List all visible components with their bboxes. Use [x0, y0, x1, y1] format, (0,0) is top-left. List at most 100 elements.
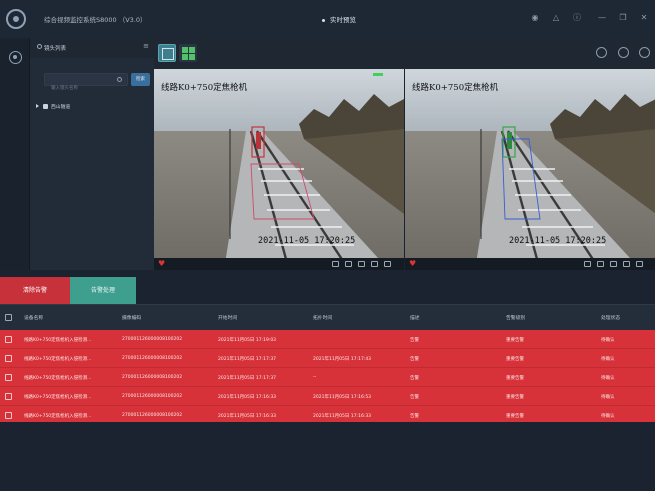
replay-icon[interactable] — [584, 261, 591, 267]
table-header: 设备名称 摄像编码 开始时间 拓扑时间 描述 告警级别 处理状态 — [0, 304, 655, 330]
quad-cell-icon — [189, 47, 195, 53]
cell-status: 待确认 — [601, 394, 615, 400]
search-button[interactable]: 检索 — [131, 73, 150, 86]
audio-icon[interactable] — [345, 261, 352, 267]
video-1-control-bar: ♥ — [154, 258, 404, 270]
table-row[interactable]: 线路K0+750定焦枪机入侵检测... 27000112600000810020… — [0, 349, 655, 368]
column-header[interactable]: 开始时间 — [218, 314, 237, 321]
fullscreen-icon[interactable] — [384, 261, 391, 267]
video-1-overlay-time: 2021-11-05 17:20:25 — [258, 236, 356, 246]
camera-nav-icon[interactable] — [9, 51, 22, 64]
close-icon[interactable]: ✕ — [639, 13, 649, 23]
app-title: 综合视频监控系统S8000 （V3.0） — [44, 16, 147, 24]
fullscreen-icon[interactable] — [636, 261, 643, 267]
quad-layout-button[interactable] — [179, 44, 197, 62]
cell-status: 待确认 — [601, 356, 615, 362]
cell-description: 告警 — [410, 337, 419, 343]
cell-description: 告警 — [410, 413, 419, 419]
power-icon[interactable] — [618, 47, 629, 58]
cell-start-time: 2021年11月05日 17:16:33 — [218, 413, 277, 419]
video-toolbar — [154, 38, 655, 69]
video-2-overlay-time: 2021-11-05 17:20:25 — [509, 236, 607, 246]
snapshot-icon[interactable] — [596, 47, 607, 58]
cell-topology-time: 2021年11月05日 17:16:53 — [313, 394, 372, 400]
cell-alarm-level: 重要告警 — [506, 394, 524, 400]
cell-description: 告警 — [410, 356, 419, 362]
cell-status: 待确认 — [601, 337, 615, 343]
cell-device-name: 线路K0+750定焦枪机入侵检测... — [24, 394, 92, 400]
heart-icon[interactable]: ♥ — [158, 260, 165, 268]
node-icon — [43, 104, 48, 109]
cell-start-time: 2021年11月05日 17:16:33 — [218, 394, 277, 400]
column-header[interactable]: 设备名称 — [24, 314, 43, 321]
cell-alarm-level: 重要告警 — [506, 375, 524, 381]
title-bar: 综合视频监控系统S8000 （V3.0） 实时预览 ◉ △ ⓘ — ❐ ✕ — [0, 0, 655, 38]
cell-device-name: 线路K0+750定焦枪机入侵检测... — [24, 375, 92, 381]
tab-live-preview-label: 实时预览 — [330, 16, 356, 24]
handle-alarm-button[interactable]: 告警处理 — [70, 277, 136, 304]
record-icon[interactable] — [358, 261, 365, 267]
settings-icon[interactable] — [639, 47, 650, 58]
menu-icon[interactable]: ≡ — [143, 43, 149, 50]
clear-alarm-button[interactable]: 清除告警 — [0, 277, 70, 304]
search-icon[interactable] — [117, 77, 122, 82]
row-checkbox[interactable] — [5, 393, 12, 400]
cell-topology-time: -- — [313, 374, 317, 380]
dot-icon — [322, 18, 325, 22]
maximize-icon[interactable]: ❐ — [618, 13, 628, 23]
replay-icon[interactable] — [332, 261, 339, 267]
alarm-table: 设备名称 摄像编码 开始时间 拓扑时间 描述 告警级别 处理状态 线路K0+75… — [0, 304, 655, 425]
cell-device-name: 线路K0+750定焦枪机入侵检测... — [24, 413, 92, 419]
table-row[interactable]: 线路K0+750定焦枪机入侵检测... 27000112600000810020… — [0, 368, 655, 387]
video-pane-1[interactable]: 线路K0+750定焦枪机 2021-11-05 17:20:25 ♥ — [154, 69, 404, 270]
cell-description: 告警 — [410, 375, 419, 381]
camera-snapshot-icon[interactable] — [371, 261, 378, 267]
expand-arrow-icon[interactable] — [36, 104, 39, 108]
heart-icon[interactable]: ♥ — [409, 260, 416, 268]
tab-live-preview[interactable]: 实时预览 — [322, 14, 356, 24]
row-checkbox[interactable] — [5, 374, 12, 381]
cell-camera-code: 270001126000008100202 — [122, 374, 183, 380]
column-header[interactable]: 告警级别 — [506, 314, 525, 321]
quad-cell-icon — [189, 54, 195, 60]
cell-alarm-level: 重要告警 — [506, 356, 524, 362]
cell-device-name: 线路K0+750定焦枪机入侵检测... — [24, 356, 92, 362]
column-header[interactable]: 处理状态 — [601, 314, 620, 321]
camera-search-input[interactable] — [45, 83, 115, 94]
column-header[interactable]: 描述 — [410, 314, 420, 321]
row-checkbox[interactable] — [5, 355, 12, 362]
video-2-overlay-title: 线路K0+750定焦枪机 — [412, 83, 499, 93]
column-header[interactable]: 摄像编码 — [122, 314, 141, 321]
minimize-icon[interactable]: — — [597, 13, 607, 23]
camera-list-panel: 镜头列表 ≡ 检索 西山隧道 — [30, 38, 154, 270]
video-2-control-bar: ♥ — [405, 258, 655, 270]
video-pane-2[interactable]: 线路K0+750定焦枪机 2021-11-05 17:20:25 ♥ — [404, 69, 655, 270]
cell-start-time: 2021年11月05日 17:17:37 — [218, 356, 277, 362]
lock-icon[interactable]: ◉ — [530, 13, 540, 23]
cell-camera-code: 270001126000008100202 — [122, 393, 183, 399]
camera-search-box — [44, 73, 128, 94]
left-rail — [0, 38, 30, 270]
info-icon[interactable]: ⓘ — [572, 13, 582, 23]
camera-list-icon — [37, 44, 42, 49]
alarm-actions: 清除告警 告警处理 — [0, 270, 655, 304]
single-layout-button[interactable] — [158, 44, 176, 62]
record-icon[interactable] — [610, 261, 617, 267]
table-row[interactable]: 线路K0+750定焦枪机入侵检测... 27000112600000810020… — [0, 330, 655, 349]
quad-cell-icon — [182, 47, 188, 53]
app-logo-icon — [6, 9, 26, 29]
row-checkbox[interactable] — [5, 336, 12, 343]
cell-status: 待确认 — [601, 375, 615, 381]
row-checkbox[interactable] — [5, 412, 12, 419]
cell-topology-time: 2021年11月05日 17:17:43 — [313, 356, 372, 362]
column-header[interactable]: 拓扑时间 — [313, 314, 332, 321]
tree-item-xishan-tunnel[interactable]: 西山隧道 — [36, 103, 70, 110]
camera-snapshot-icon[interactable] — [623, 261, 630, 267]
audio-icon[interactable] — [597, 261, 604, 267]
select-all-checkbox[interactable] — [5, 314, 12, 321]
cell-device-name: 线路K0+750定焦枪机入侵检测... — [24, 337, 92, 343]
cell-camera-code: 270001126000008100202 — [122, 355, 183, 361]
table-row[interactable]: 线路K0+750定焦枪机入侵检测... 27000112600000810020… — [0, 387, 655, 406]
bell-icon[interactable]: △ — [551, 13, 561, 23]
camera-list-header: 镜头列表 ≡ — [30, 38, 154, 58]
